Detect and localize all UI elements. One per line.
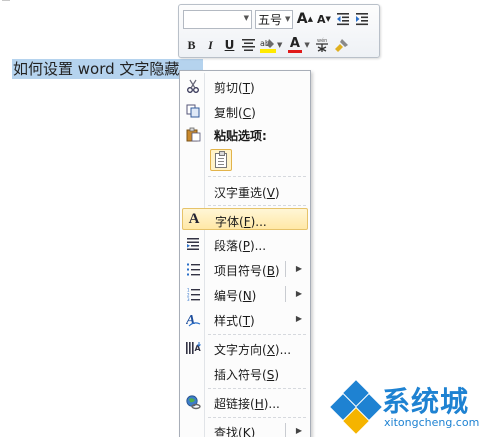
underline-button[interactable]: U [221,36,238,55]
font-size-value: 五号 [258,12,283,27]
mini-toolbar-row-1: ▼ 五号 ▼ A ▲ A ▼ [183,8,372,30]
chevron-down-icon[interactable]: ▼ [277,41,282,49]
menu-item-find[interactable]: 查找(K) ▶ [182,420,308,437]
menu-item-font[interactable]: A 字体(F)... [182,208,308,230]
highlighter-icon: ab [259,39,276,53]
menu-item-copy[interactable]: 复制(C) [182,100,308,122]
selected-text[interactable]: 如何设置 word 文字隐藏 [12,59,203,79]
paste-icon [182,123,204,145]
center-align-button[interactable] [240,36,257,55]
shrink-font-button[interactable]: A ▼ [315,10,332,29]
watermark: 系统城 xitongcheng.com [330,378,480,437]
menu-item-text-direction[interactable]: A 文字方向(X)... [182,337,308,359]
chevron-down-icon: ▼ [285,15,291,23]
split-separator [285,423,286,437]
watermark-url: xitongcheng.com [384,416,480,429]
menu-separator [208,205,306,206]
numbering-icon: 1 2 3 [182,283,204,305]
svg-text:wén: wén [317,37,327,44]
menu-item-numbering[interactable]: 1 2 3 编号(N) ▶ [182,283,308,305]
increase-indent-icon [355,13,368,26]
context-menu: 剪切(T) 复制(C) 粘贴选项: 汉字重选(V) A 字体(F)... 段落(… [179,70,311,437]
font-icon: A [188,210,200,227]
chevron-down-icon: ▼ [243,13,249,22]
font-size-combo[interactable]: 五号 ▼ [255,9,294,29]
chevron-right-icon: ▶ [295,314,302,323]
menu-separator [208,334,306,335]
grow-font-button[interactable]: A ▲ [296,10,313,29]
hyperlink-icon [182,391,204,413]
decrease-indent-button[interactable] [334,10,351,29]
clipboard-icon [215,151,227,168]
chevron-right-icon[interactable]: ▶ [296,289,302,298]
paste-keep-source-button[interactable] [210,149,232,171]
menu-item-styles[interactable]: A 样式(T) ▶ [182,308,308,330]
font-color-letter: A [289,36,300,51]
menu-item-cut[interactable]: 剪切(T) [182,75,308,97]
menu-item-paste-options: 粘贴选项: [182,123,308,145]
svg-text:3: 3 [187,297,190,301]
font-color-bar [287,50,302,53]
menu-separator [208,388,306,389]
shrink-font-icon: A [316,12,326,26]
format-painter-icon [334,38,348,52]
italic-button[interactable]: I [202,36,219,55]
highlight-button[interactable]: ab [259,36,276,55]
styles-icon: A [182,308,204,330]
font-name-combo[interactable]: ▼ [183,9,252,29]
text-direction-icon: A [182,337,204,359]
page-corner-mark [2,0,10,2]
format-painter-button[interactable] [333,36,350,55]
menu-item-reconversion[interactable]: 汉字重选(V) [182,180,308,202]
increase-indent-button[interactable] [353,10,370,29]
mini-toolbar-row-2: B I U ab ▼ A ▼ wén [183,34,352,56]
watermark-brand: 系统城 [382,385,470,418]
decrease-indent-icon [336,13,349,26]
copy-icon [182,100,204,122]
chevron-right-icon[interactable]: ▶ [296,264,302,273]
bold-button[interactable]: B [183,36,200,55]
menu-item-bullets[interactable]: 项目符号(B) ▶ [182,258,308,280]
scissors-icon [182,75,204,97]
chevron-down-icon[interactable]: ▼ [304,41,309,49]
mini-toolbar: ▼ 五号 ▼ A ▲ A ▼ B I U ab ▼ A ▼ wén [178,4,380,58]
menu-separator [208,176,306,177]
paragraph-icon [182,233,204,255]
split-separator [285,261,286,277]
font-color-button[interactable]: A [286,36,303,55]
grow-font-icon: A [296,11,308,27]
menu-item-insert-symbol[interactable]: 插入符号(S) [182,362,308,384]
phonetic-guide-button[interactable]: wén [314,36,331,55]
chevron-right-icon[interactable]: ▶ [296,426,302,435]
bullets-icon [182,258,204,280]
split-separator [285,286,286,302]
menu-item-hyperlink[interactable]: 超链接(H)... [182,391,308,413]
phonetic-guide-icon: wén [316,37,329,52]
center-align-icon [242,39,255,51]
watermark-logo-icon [330,379,382,434]
menu-separator [208,417,306,418]
menu-item-paragraph[interactable]: 段落(P)... [182,233,308,255]
